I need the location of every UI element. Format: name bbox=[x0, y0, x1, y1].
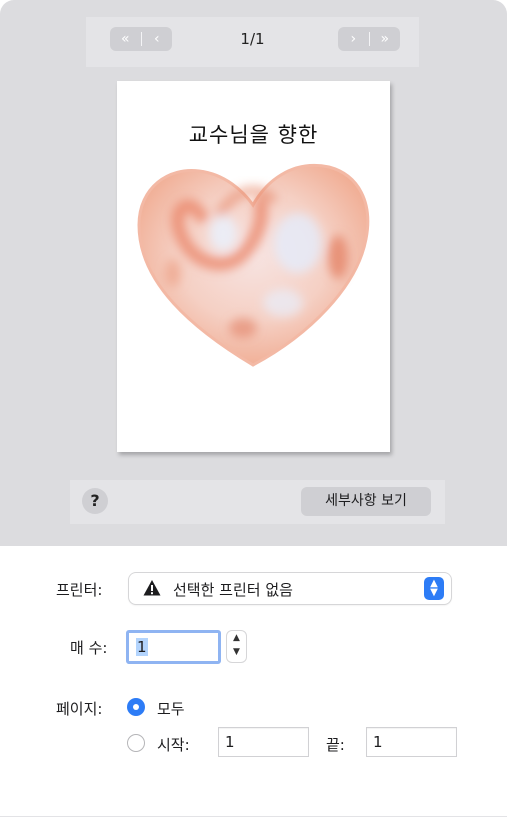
preview-toolbar: ? 세부사항 보기 bbox=[70, 480, 445, 524]
stepper-up-icon[interactable]: ▲ bbox=[227, 631, 246, 645]
pages-range-radio[interactable] bbox=[127, 734, 145, 752]
end-page-input[interactable]: 1 bbox=[366, 727, 457, 757]
chevron-updown-icon: ▲ ▼ bbox=[424, 577, 444, 600]
document-title: 교수님을 향한 bbox=[188, 123, 319, 147]
warning-icon bbox=[143, 580, 161, 596]
next-page-button[interactable]: › bbox=[338, 31, 369, 47]
copies-stepper[interactable]: ▲ ▼ bbox=[227, 631, 246, 662]
pages-all-radio[interactable] bbox=[127, 698, 145, 716]
copies-label: 매 수: bbox=[70, 639, 108, 657]
stepper-down-icon[interactable]: ▼ bbox=[227, 645, 246, 659]
last-page-button[interactable]: » bbox=[370, 31, 401, 47]
printer-label: 프린터: bbox=[56, 581, 103, 599]
next-last-buttons: › » bbox=[338, 27, 400, 51]
pages-label: 페이지: bbox=[56, 700, 103, 718]
divider bbox=[0, 816, 507, 817]
show-details-button[interactable]: 세부사항 보기 bbox=[301, 487, 431, 516]
end-label: 끝: bbox=[326, 736, 345, 754]
printer-value: 선택한 프린터 없음 bbox=[173, 581, 293, 599]
end-page-value: 1 bbox=[373, 733, 383, 751]
print-dialog: « ‹ 1/1 › » 교수님을 향한 ? 세부사항 보기 프린터: 선택한 프… bbox=[0, 0, 507, 818]
printer-select[interactable]: 선택한 프린터 없음 ▲ ▼ bbox=[129, 573, 451, 604]
start-page-input[interactable]: 1 bbox=[218, 727, 309, 757]
start-label: 시작: bbox=[157, 736, 190, 754]
copies-value: 1 bbox=[136, 638, 148, 656]
copies-input[interactable]: 1 bbox=[126, 630, 221, 664]
pages-all-label: 모두 bbox=[157, 700, 185, 718]
page-preview: 교수님을 향한 bbox=[117, 81, 390, 452]
heart-image bbox=[137, 164, 370, 367]
page-navigator: « ‹ 1/1 › » bbox=[86, 17, 419, 67]
start-page-value: 1 bbox=[225, 733, 235, 751]
preview-area: « ‹ 1/1 › » 교수님을 향한 ? 세부사항 보기 bbox=[0, 0, 507, 546]
help-button[interactable]: ? bbox=[82, 488, 108, 514]
